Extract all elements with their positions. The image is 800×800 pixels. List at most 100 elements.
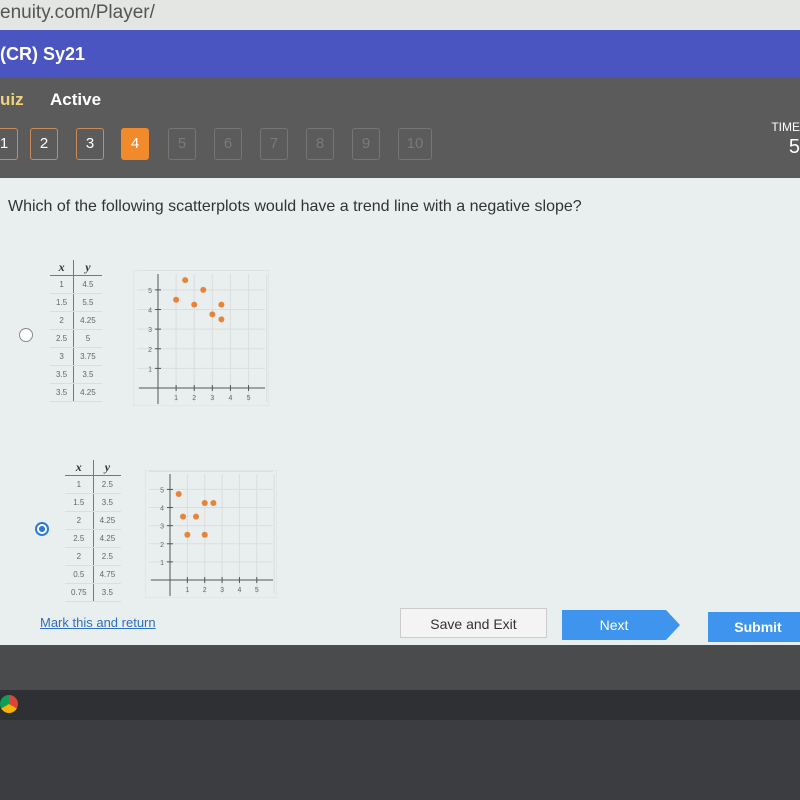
y-tick-label: 3	[148, 327, 152, 334]
table-header: y	[73, 260, 102, 276]
table-cell: 2	[65, 547, 94, 566]
option-1-table: x y 1 4.5 1.5 5.5 2 4.25 2.5 5 3 3.75 3.5 3.5 3.5 4.25	[50, 260, 102, 402]
table-cell: 3.5	[50, 383, 75, 402]
x-tick-label: 2	[203, 587, 207, 594]
option-2-radio[interactable]	[35, 522, 49, 536]
data-point	[209, 311, 216, 318]
activity-status: Active	[50, 90, 102, 109]
question-9-button: 9	[352, 128, 380, 160]
question-2-button[interactable]: 2	[30, 128, 58, 160]
x-tick-label: 1	[174, 395, 178, 402]
table-cell: 2.5	[93, 475, 122, 494]
x-tick-label: 3	[210, 395, 214, 402]
save-and-exit-button[interactable]: Save and Exit	[400, 608, 547, 638]
table-cell: 1	[65, 475, 94, 494]
data-point	[173, 296, 180, 303]
table-cell: 3.5	[93, 583, 122, 602]
table-row: 3.5 3.5	[50, 365, 102, 384]
option-2-table: x y 1 2.5 1.5 3.5 2 4.25 2.5 4.25 2 2.5 0.5 4.75 0.75 3…	[65, 460, 122, 602]
activity-type: uiz	[0, 90, 24, 109]
table-cell: 1.5	[65, 493, 94, 512]
table-cell: 2.5	[50, 329, 75, 348]
data-point	[200, 286, 207, 293]
data-point	[210, 500, 217, 507]
data-point	[180, 513, 187, 520]
x-tick-label: 4	[237, 587, 241, 594]
data-point	[191, 301, 198, 308]
table-row: 1 2.5	[65, 475, 122, 494]
table-cell: 3	[50, 347, 75, 366]
taskbar	[0, 690, 800, 720]
x-tick-label: 5	[255, 587, 259, 594]
table-row: 2.5 4.25	[65, 529, 122, 548]
x-tick-label: 5	[247, 395, 251, 402]
table-cell: 4.5	[73, 275, 102, 294]
table-cell: 4.25	[93, 511, 122, 530]
question-6-button: 6	[214, 128, 242, 160]
url-bar[interactable]: enuity.com/Player/	[0, 0, 800, 30]
option-1-radio[interactable]	[19, 328, 33, 342]
table-header: x	[65, 460, 94, 476]
table-row: 3 3.75	[50, 347, 102, 366]
question-text: Which of the following scatterplots woul…	[8, 198, 582, 215]
table-cell: 2.5	[93, 547, 122, 566]
y-tick-label: 1	[160, 560, 164, 567]
question-7-button: 7	[260, 128, 288, 160]
table-row: 2.5 5	[50, 329, 102, 348]
data-point	[201, 531, 208, 538]
table-row: 1.5 5.5	[50, 293, 102, 312]
data-point	[201, 500, 208, 507]
table-cell: 2	[50, 311, 75, 330]
table-cell: 1	[50, 275, 75, 294]
data-point	[175, 490, 182, 497]
question-1-button[interactable]: 1	[0, 128, 18, 160]
course-banner: (CR) Sy21	[0, 30, 800, 78]
table-cell: 0.5	[65, 565, 94, 584]
table-cell: 1.5	[50, 293, 75, 312]
table-cell: 3.5	[93, 493, 122, 512]
y-tick-label: 1	[148, 366, 152, 373]
table-row: 2 4.25	[65, 511, 122, 530]
table-cell: 0.75	[65, 583, 94, 602]
x-tick-label: 1	[185, 587, 189, 594]
y-tick-label: 5	[148, 288, 152, 295]
table-row: 0.75 3.5	[65, 583, 122, 602]
table-cell: 3.5	[73, 365, 102, 384]
question-8-button: 8	[306, 128, 334, 160]
y-tick-label: 4	[160, 506, 164, 513]
data-point	[218, 316, 225, 323]
table-row: 3.5 4.25	[50, 383, 102, 402]
x-tick-label: 3	[220, 587, 224, 594]
question-5-button: 5	[168, 128, 196, 160]
table-cell: 4.25	[73, 383, 102, 402]
next-button[interactable]: Next	[562, 610, 680, 640]
table-row: 1.5 3.5	[65, 493, 122, 512]
y-tick-label: 3	[160, 524, 164, 531]
table-row: 2 4.25	[50, 311, 102, 330]
table-header: x	[50, 260, 75, 276]
question-4-button[interactable]: 4	[121, 128, 149, 160]
timer-label: TIME	[771, 120, 800, 134]
question-3-button[interactable]: 3	[76, 128, 104, 160]
option-2-scatterplot: 1 2 3 4 5 1 2 3 4 5	[145, 470, 277, 598]
y-tick-label: 2	[148, 347, 152, 354]
table-row: 0.5 4.75	[65, 565, 122, 584]
data-point	[193, 513, 200, 520]
table-row: 1 4.5	[50, 275, 102, 294]
bottom-bar	[0, 645, 800, 690]
table-cell: 4.25	[93, 529, 122, 548]
table-cell: 5.5	[73, 293, 102, 312]
chrome-icon[interactable]	[0, 695, 18, 713]
y-tick-label: 5	[160, 487, 164, 494]
course-title: (CR) Sy21	[0, 44, 86, 64]
data-point	[182, 277, 189, 284]
table-cell: 3.75	[73, 347, 102, 366]
table-cell: 3.5	[50, 365, 75, 384]
x-tick-label: 4	[228, 395, 232, 402]
table-cell: 2	[65, 511, 94, 530]
data-point	[184, 531, 191, 538]
table-cell: 4.25	[73, 311, 102, 330]
mark-and-return-link[interactable]: Mark this and return	[40, 615, 156, 630]
question-panel: Which of the following scatterplots woul…	[0, 178, 800, 645]
submit-button[interactable]: Submit	[708, 612, 800, 642]
